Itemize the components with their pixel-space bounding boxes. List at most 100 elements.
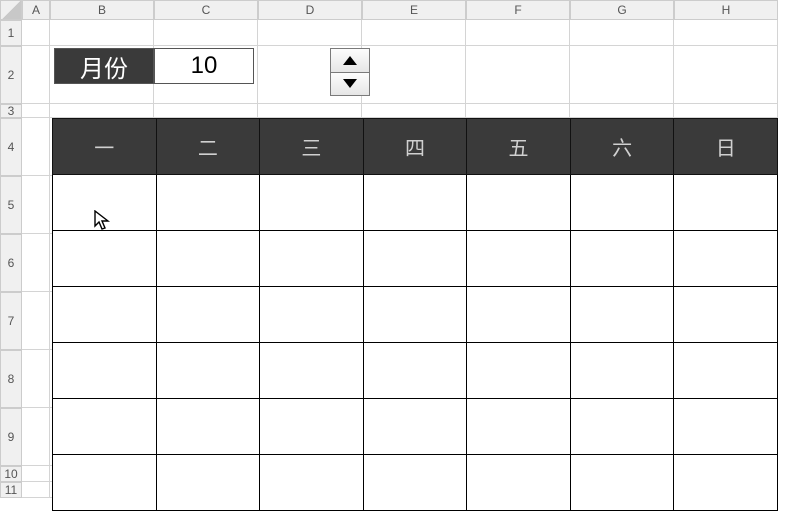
cell-A2[interactable] — [22, 46, 50, 104]
row-header-2[interactable]: 2 — [0, 46, 22, 104]
cell-B3[interactable] — [50, 104, 154, 118]
cell-G2[interactable] — [570, 46, 674, 104]
cell-A3[interactable] — [22, 104, 50, 118]
spinner-up-button[interactable] — [330, 48, 370, 73]
row-header-3[interactable]: 3 — [0, 104, 22, 118]
row-header-10[interactable]: 10 — [0, 466, 22, 482]
row-header-1[interactable]: 1 — [0, 20, 22, 46]
cell-C3[interactable] — [154, 104, 258, 118]
row-header-5[interactable]: 5 — [0, 176, 22, 234]
calendar-cell[interactable] — [260, 175, 364, 231]
calendar-cell[interactable] — [467, 175, 571, 231]
calendar-cell[interactable] — [363, 231, 467, 287]
cell-F3[interactable] — [466, 104, 570, 118]
row-header-4[interactable]: 4 — [0, 118, 22, 176]
cell-F1[interactable] — [466, 20, 570, 46]
spinner-down-button[interactable] — [330, 73, 370, 97]
calendar-cell[interactable] — [260, 287, 364, 343]
calendar-cell[interactable] — [363, 175, 467, 231]
column-header-C[interactable]: C — [154, 0, 258, 20]
calendar-cell[interactable] — [156, 455, 260, 511]
cell-A4[interactable] — [22, 118, 50, 176]
calendar-row — [53, 399, 778, 455]
calendar-cell[interactable] — [260, 231, 364, 287]
calendar-cell[interactable] — [53, 231, 157, 287]
calendar-cell[interactable] — [570, 455, 674, 511]
month-label-cell: 月份 — [54, 48, 154, 84]
calendar-cell[interactable] — [260, 343, 364, 399]
calendar-cell[interactable] — [53, 343, 157, 399]
calendar-cell[interactable] — [156, 399, 260, 455]
calendar-cell[interactable] — [156, 231, 260, 287]
calendar-cell[interactable] — [570, 231, 674, 287]
column-header-E[interactable]: E — [362, 0, 466, 20]
calendar-cell[interactable] — [674, 175, 778, 231]
cell-G3[interactable] — [570, 104, 674, 118]
calendar-cell[interactable] — [363, 343, 467, 399]
row-header-8[interactable]: 8 — [0, 350, 22, 408]
column-header-G[interactable]: G — [570, 0, 674, 20]
row-header-7[interactable]: 7 — [0, 292, 22, 350]
cell-A1[interactable] — [22, 20, 50, 46]
calendar-cell[interactable] — [156, 287, 260, 343]
cell-E2[interactable] — [362, 46, 466, 104]
cell-E3[interactable] — [362, 104, 466, 118]
calendar-cell[interactable] — [570, 287, 674, 343]
cell-H3[interactable] — [674, 104, 778, 118]
calendar-cell[interactable] — [363, 399, 467, 455]
cell-D1[interactable] — [258, 20, 362, 46]
calendar-row — [53, 455, 778, 511]
select-all-corner[interactable] — [0, 0, 22, 20]
calendar-cell[interactable] — [260, 455, 364, 511]
calendar-cell[interactable] — [363, 455, 467, 511]
cell-B1[interactable] — [50, 20, 154, 46]
calendar-cell[interactable] — [156, 343, 260, 399]
cell-A10[interactable] — [22, 466, 50, 482]
row-header-9[interactable]: 9 — [0, 408, 22, 466]
cell-A8[interactable] — [22, 350, 50, 408]
calendar-cell[interactable] — [570, 399, 674, 455]
calendar-cell[interactable] — [674, 287, 778, 343]
cell-H1[interactable] — [674, 20, 778, 46]
cell-C1[interactable] — [154, 20, 258, 46]
cell-H2[interactable] — [674, 46, 778, 104]
calendar-cell[interactable] — [674, 455, 778, 511]
calendar-cell[interactable] — [570, 175, 674, 231]
calendar-cell[interactable] — [363, 287, 467, 343]
cell-G1[interactable] — [570, 20, 674, 46]
column-header-H[interactable]: H — [674, 0, 778, 20]
calendar-cell[interactable] — [467, 399, 571, 455]
month-value-cell[interactable]: 10 — [154, 48, 254, 84]
calendar-cell[interactable] — [674, 399, 778, 455]
calendar-cell[interactable] — [674, 231, 778, 287]
cell-A9[interactable] — [22, 408, 50, 466]
calendar-cell[interactable] — [260, 399, 364, 455]
calendar-cell[interactable] — [53, 455, 157, 511]
column-header-A[interactable]: A — [22, 0, 50, 20]
calendar-body — [53, 175, 778, 511]
calendar-cell[interactable] — [467, 455, 571, 511]
column-header-D[interactable]: D — [258, 0, 362, 20]
cell-F2[interactable] — [466, 46, 570, 104]
cell-D3[interactable] — [258, 104, 362, 118]
weekday-header-5: 六 — [570, 119, 674, 175]
calendar-cell[interactable] — [570, 343, 674, 399]
cell-A7[interactable] — [22, 292, 50, 350]
row-header-11[interactable]: 11 — [0, 482, 22, 498]
column-header-B[interactable]: B — [50, 0, 154, 20]
column-header-F[interactable]: F — [466, 0, 570, 20]
calendar-cell[interactable] — [467, 287, 571, 343]
cell-A6[interactable] — [22, 234, 50, 292]
calendar-cell[interactable] — [53, 399, 157, 455]
cell-A11[interactable] — [22, 482, 50, 498]
calendar-cell[interactable] — [156, 175, 260, 231]
calendar-cell[interactable] — [467, 343, 571, 399]
row-header-6[interactable]: 6 — [0, 234, 22, 292]
cell-A5[interactable] — [22, 176, 50, 234]
calendar-cell[interactable] — [53, 175, 157, 231]
calendar-cell[interactable] — [53, 287, 157, 343]
calendar-cell[interactable] — [467, 231, 571, 287]
calendar-cell[interactable] — [674, 343, 778, 399]
cell-E1[interactable] — [362, 20, 466, 46]
weekday-header-3: 四 — [363, 119, 467, 175]
